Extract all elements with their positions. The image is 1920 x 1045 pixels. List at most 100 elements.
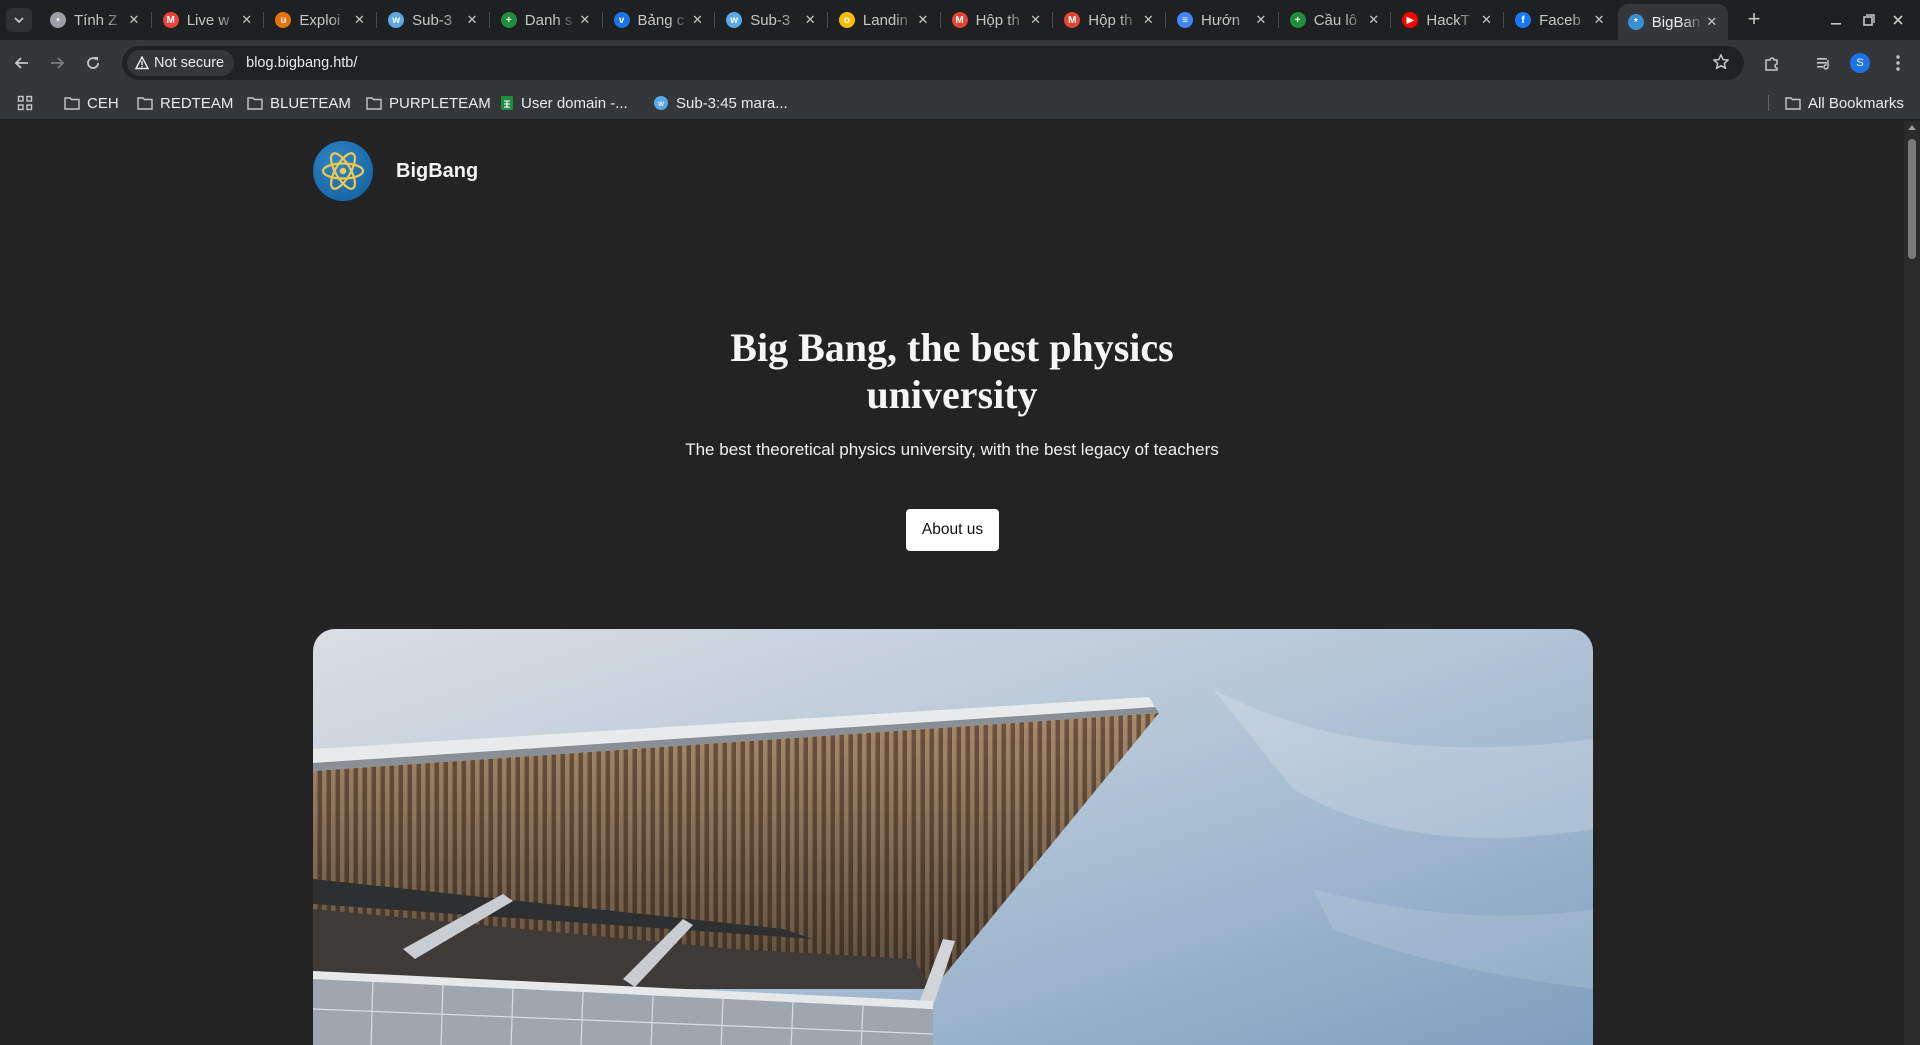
tab-close-icon[interactable]: ✕ bbox=[915, 12, 931, 28]
folder-icon bbox=[1785, 96, 1801, 110]
browser-tab[interactable]: f Faceb ✕ bbox=[1505, 4, 1615, 36]
sheets-icon: + bbox=[500, 12, 517, 28]
restore-icon bbox=[1863, 14, 1875, 26]
bird-icon: v bbox=[613, 12, 630, 28]
bookmark-item[interactable]: PURPLETEAM bbox=[366, 93, 491, 113]
browser-menu-button[interactable] bbox=[1886, 51, 1910, 75]
tab-title: Hướn bbox=[1201, 11, 1241, 29]
tab-title: Hộp th bbox=[1088, 11, 1133, 29]
apps-button[interactable] bbox=[17, 93, 33, 113]
chevron-down-icon bbox=[14, 17, 24, 24]
browser-tab[interactable]: o Landin ✕ bbox=[829, 4, 939, 36]
folder-icon bbox=[64, 96, 80, 110]
browser-tab[interactable]: M Hộp th ✕ bbox=[1054, 4, 1164, 36]
svg-text:w: w bbox=[658, 99, 665, 108]
scroll-up-arrow-icon[interactable] bbox=[1908, 125, 1916, 130]
close-window-button[interactable] bbox=[1886, 8, 1910, 32]
bookmark-label: Sub-3:45 mara... bbox=[676, 94, 788, 112]
site-info-chip[interactable]: Not secure bbox=[127, 50, 235, 76]
bookmark-star-button[interactable] bbox=[1712, 53, 1730, 76]
tab-close-icon[interactable]: ✕ bbox=[1478, 12, 1494, 28]
gmail-icon: M bbox=[162, 12, 179, 28]
bookmark-item[interactable]: BLUETEAM bbox=[247, 93, 351, 113]
restore-button[interactable] bbox=[1857, 8, 1881, 32]
all-bookmarks-button[interactable]: All Bookmarks bbox=[1785, 93, 1904, 113]
tab-title: Cầu lô bbox=[1313, 11, 1358, 29]
page-scrollbar[interactable] bbox=[1904, 121, 1920, 1045]
bookmark-item[interactable]: CEH bbox=[64, 93, 119, 113]
minimize-button[interactable] bbox=[1824, 8, 1848, 32]
media-controls-button[interactable] bbox=[1812, 51, 1836, 75]
tab-close-icon[interactable]: ✕ bbox=[1253, 12, 1269, 28]
browser-tab[interactable]: w Sub-3 ✕ bbox=[716, 4, 826, 36]
security-label: Not secure bbox=[154, 55, 225, 71]
reload-icon bbox=[87, 57, 99, 69]
browser-tab[interactable]: M Hộp th ✕ bbox=[942, 4, 1052, 36]
tab-title: Hộp th bbox=[975, 11, 1020, 29]
tab-close-icon[interactable]: ✕ bbox=[577, 12, 593, 28]
forward-button[interactable] bbox=[45, 51, 69, 75]
tab-close-icon[interactable]: ✕ bbox=[464, 12, 480, 28]
tab-close-icon[interactable]: ✕ bbox=[690, 12, 706, 28]
profile-avatar[interactable]: S bbox=[1850, 53, 1870, 73]
tab-close-icon[interactable]: ✕ bbox=[1591, 12, 1607, 28]
browser-tab[interactable]: • Tính Z ✕ bbox=[40, 4, 150, 36]
browser-tab[interactable]: ≡ Hướn ✕ bbox=[1167, 4, 1277, 36]
browser-tab[interactable]: v Bảng c ✕ bbox=[604, 4, 714, 36]
tab-close-icon[interactable]: ✕ bbox=[239, 12, 255, 28]
tab-close-icon[interactable]: ✕ bbox=[126, 12, 142, 28]
tab-close-icon[interactable]: ✕ bbox=[1140, 12, 1156, 28]
about-us-button[interactable]: About us bbox=[906, 509, 999, 551]
tab-title: BigBan bbox=[1651, 13, 1701, 31]
tab-separator bbox=[826, 12, 828, 28]
bookmark-label: BLUETEAM bbox=[270, 94, 351, 112]
bookmark-item[interactable]: User domain -... bbox=[500, 93, 628, 113]
minimize-icon bbox=[1831, 23, 1841, 25]
browser-tab[interactable]: + Cầu lô ✕ bbox=[1280, 4, 1390, 36]
tab-close-icon[interactable]: ✕ bbox=[1028, 12, 1044, 28]
browser-tab[interactable]: + Danh s ✕ bbox=[491, 4, 601, 36]
browser-tab[interactable]: * BigBan ✕ bbox=[1617, 4, 1728, 40]
ublock-icon: u bbox=[275, 12, 292, 28]
tab-close-icon[interactable]: ✕ bbox=[1704, 14, 1720, 30]
arrow-right-icon bbox=[51, 57, 65, 69]
folder-icon bbox=[247, 96, 263, 110]
browser-tab[interactable]: ▶ HackT ✕ bbox=[1392, 4, 1502, 36]
hero-building-image bbox=[313, 629, 1593, 1045]
tab-separator bbox=[150, 12, 152, 28]
page-content: BigBang Big Bang, the best physics unive… bbox=[0, 121, 1904, 1045]
tab-close-icon[interactable]: ✕ bbox=[802, 12, 818, 28]
bookmark-item[interactable]: REDTEAM bbox=[137, 93, 233, 113]
wp-icon: w bbox=[726, 12, 743, 28]
bookmarks-bar: CEH REDTEAM BLUETEAM PURPLETEAM User domain … bbox=[0, 86, 1920, 120]
tab-separator bbox=[939, 12, 941, 28]
back-button[interactable] bbox=[10, 51, 34, 75]
scroll-thumb[interactable] bbox=[1908, 139, 1916, 259]
arrow-left-icon bbox=[14, 57, 28, 69]
extensions-button[interactable] bbox=[1760, 51, 1784, 75]
kebab-menu-icon bbox=[1896, 55, 1900, 71]
tab-close-icon[interactable]: ✕ bbox=[1366, 12, 1382, 28]
reload-button[interactable] bbox=[81, 51, 105, 75]
browser-tab[interactable]: M Live w ✕ bbox=[153, 4, 263, 36]
folder-icon bbox=[366, 96, 382, 110]
url-text[interactable]: blog.bigbang.htb/ bbox=[246, 55, 357, 71]
puzzle-icon bbox=[1765, 57, 1778, 71]
address-bar[interactable]: Not secure blog.bigbang.htb/ bbox=[122, 46, 1744, 80]
tab-separator bbox=[263, 12, 265, 28]
tab-search-button[interactable] bbox=[6, 8, 32, 32]
bookmark-item[interactable]: w Sub-3:45 mara... bbox=[653, 93, 788, 113]
tab-title: Sub-3 bbox=[412, 11, 453, 29]
browser-tab[interactable]: w Sub-3 ✕ bbox=[378, 4, 488, 36]
site-header-brand[interactable]: BigBang bbox=[313, 141, 478, 201]
browser-tab[interactable]: u Exploi ✕ bbox=[265, 4, 375, 36]
tab-separator bbox=[601, 12, 603, 28]
tab-close-icon[interactable]: ✕ bbox=[351, 12, 367, 28]
tab-title: Danh s bbox=[524, 11, 573, 29]
folder-icon bbox=[137, 96, 153, 110]
sheets-icon bbox=[500, 95, 514, 111]
hero-subtitle: The best theoretical physics university,… bbox=[685, 440, 1219, 459]
new-tab-button[interactable]: + bbox=[1742, 8, 1766, 32]
tab-title: HackT bbox=[1426, 11, 1470, 29]
tab-separator bbox=[1052, 12, 1054, 28]
